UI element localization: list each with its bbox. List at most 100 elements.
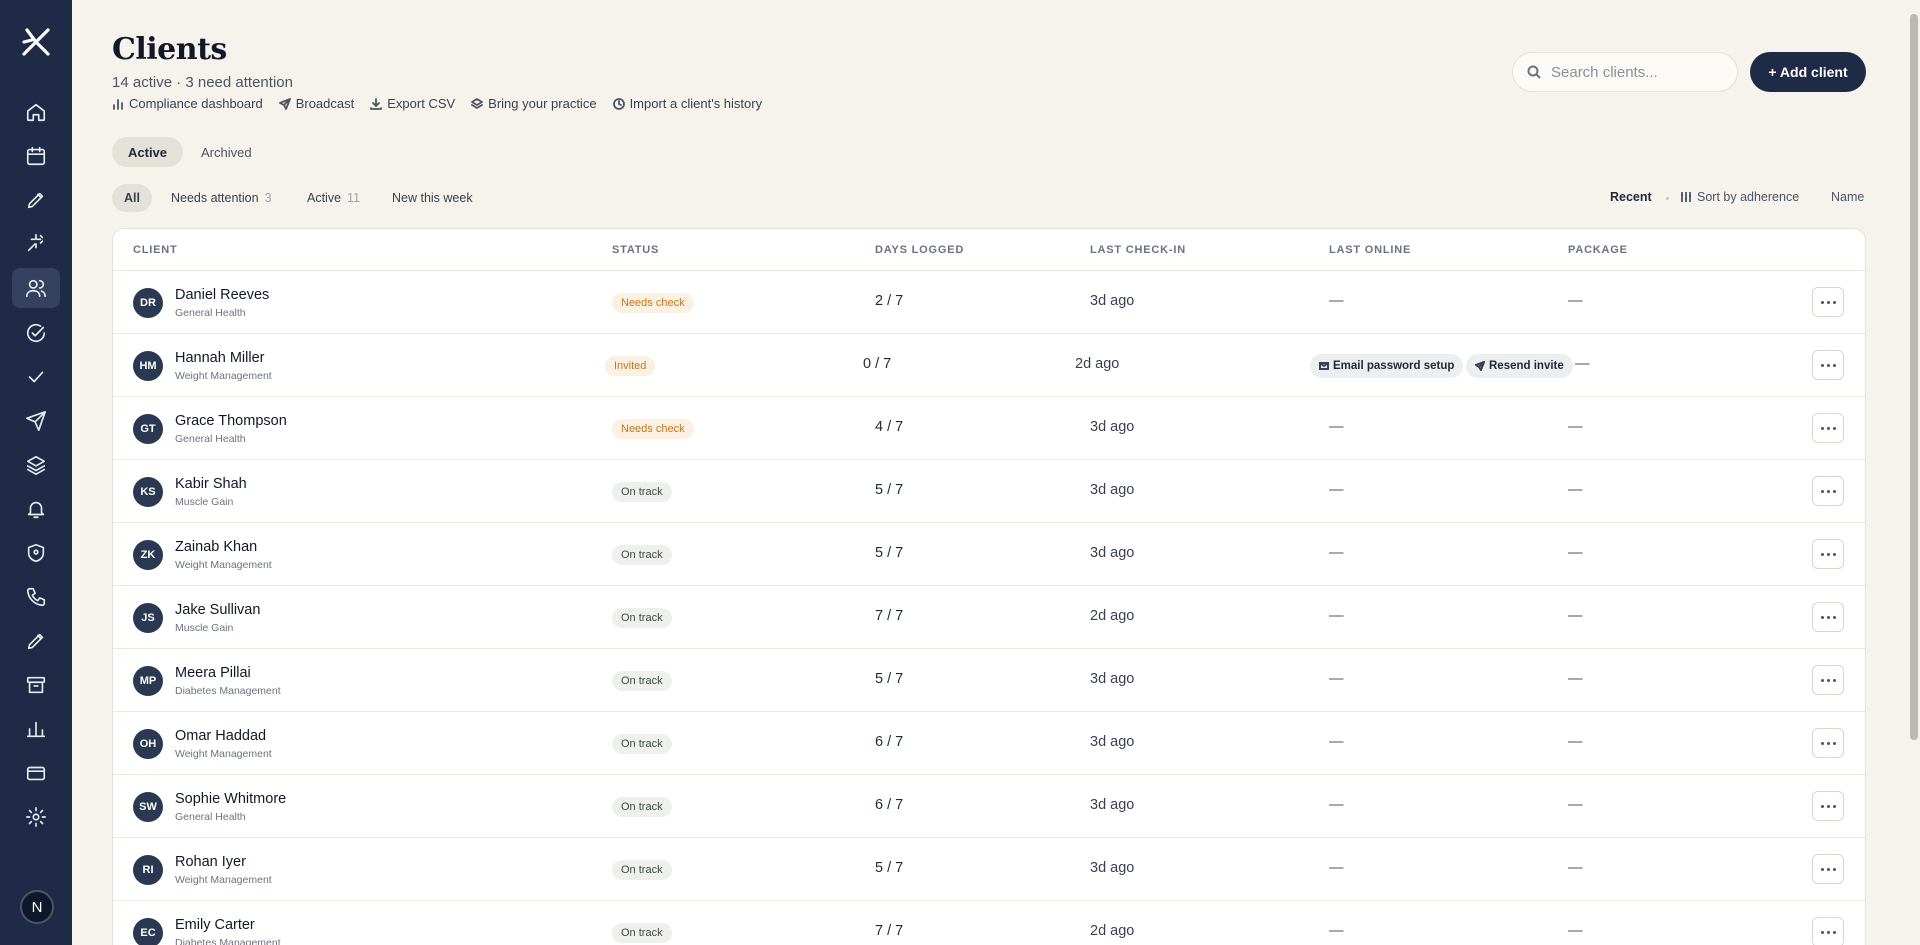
status-badge: On track [612, 860, 672, 880]
search-box[interactable] [1512, 52, 1738, 92]
layers-icon [471, 97, 484, 109]
compliance-dashboard-link[interactable]: Compliance dashboard [112, 96, 263, 111]
search-input[interactable] [1551, 63, 1731, 81]
client-name[interactable]: Kabir Shah [175, 476, 247, 492]
nav-bell[interactable] [12, 489, 60, 529]
more-actions-button[interactable] [1812, 917, 1844, 945]
sort-adherence[interactable]: Sort by adherence [1680, 190, 1799, 204]
col-last-online: LAST ONLINE [1329, 244, 1412, 256]
last-online: — [1329, 608, 1344, 624]
client-name[interactable]: Daniel Reeves [175, 287, 269, 303]
email-password-setup-button[interactable]: Email password setup [1310, 354, 1464, 378]
client-avatar: SW [133, 792, 163, 822]
calendar-icon [26, 146, 46, 166]
import-history-link[interactable]: Import a client's history [612, 96, 762, 111]
send-icon [26, 411, 46, 431]
filter-needs-attention[interactable]: Needs attention 3 [171, 184, 272, 212]
client-name[interactable]: Hannah Miller [175, 350, 264, 366]
days-logged: 5 / 7 [875, 860, 904, 876]
more-actions-button[interactable] [1812, 854, 1844, 884]
nav-sparkle[interactable] [12, 223, 60, 263]
export-csv-link[interactable]: Export CSV [370, 96, 455, 111]
bell-icon [27, 501, 45, 519]
resend-invite-button[interactable]: Resend invite [1466, 354, 1573, 378]
package: — [1568, 293, 1583, 309]
table-row[interactable]: JS Jake Sullivan Muscle Gain On track 7 … [113, 586, 1865, 649]
nav-send[interactable] [12, 401, 60, 441]
logo-icon[interactable] [18, 24, 54, 60]
client-program: General Health [175, 433, 246, 445]
days-logged: 7 / 7 [875, 923, 904, 939]
more-actions-button[interactable] [1812, 476, 1844, 506]
more-actions-button[interactable] [1812, 665, 1844, 695]
table-row[interactable]: OH Omar Haddad Weight Management On trac… [113, 712, 1865, 775]
more-actions-button[interactable] [1812, 791, 1844, 821]
status-badge: Invited [605, 356, 656, 376]
client-name[interactable]: Zainab Khan [175, 539, 257, 555]
sort-name[interactable]: Name [1831, 190, 1864, 204]
nav-home[interactable] [12, 92, 60, 132]
filter-new-this-week[interactable]: New this week [392, 184, 473, 212]
phone-icon [26, 587, 46, 607]
last-online: — [1329, 419, 1344, 435]
table-row[interactable]: MP Meera Pillai Diabetes Management On t… [113, 649, 1865, 712]
nav-clients[interactable] [12, 268, 60, 308]
filter-all[interactable]: All [112, 184, 152, 212]
user-avatar[interactable]: N [20, 890, 54, 924]
page-scrollbar[interactable] [1910, 14, 1918, 740]
package: — [1568, 608, 1583, 624]
more-actions-button[interactable] [1812, 602, 1844, 632]
nav-layers[interactable] [12, 445, 60, 485]
nav-billing[interactable] [12, 753, 60, 793]
more-actions-button[interactable] [1812, 287, 1844, 317]
add-client-button[interactable]: + Add client [1750, 52, 1866, 92]
nav-edit[interactable] [12, 621, 60, 661]
bar-chart-icon [26, 721, 46, 738]
table-row[interactable]: DR Daniel Reeves General Health Needs ch… [113, 271, 1865, 334]
nav-check[interactable] [12, 357, 60, 397]
client-name[interactable]: Omar Haddad [175, 728, 266, 744]
client-name[interactable]: Meera Pillai [175, 665, 251, 681]
broadcast-link[interactable]: Broadcast [278, 96, 354, 111]
nav-phone[interactable] [12, 577, 60, 617]
more-actions-button[interactable] [1812, 350, 1844, 380]
package: — [1568, 545, 1583, 561]
client-program: Diabetes Management [175, 685, 281, 697]
sort-recent[interactable]: Recent [1610, 190, 1652, 204]
more-actions-button[interactable] [1812, 728, 1844, 758]
nav-pen[interactable] [12, 180, 60, 220]
table-row[interactable]: GT Grace Thompson General Health Needs c… [113, 397, 1865, 460]
sidebar: N [0, 0, 72, 945]
client-name[interactable]: Jake Sullivan [175, 602, 260, 618]
table-row[interactable]: RI Rohan Iyer Weight Management On track… [113, 838, 1865, 901]
last-checkin: 3d ago [1090, 671, 1135, 687]
shield-icon [27, 543, 45, 563]
client-program: General Health [175, 307, 246, 319]
table-row[interactable]: HM Hannah Miller Weight Management Invit… [113, 334, 1865, 397]
table-row[interactable]: KS Kabir Shah Muscle Gain On track 5 / 7… [113, 460, 1865, 523]
nav-calendar[interactable] [12, 136, 60, 176]
tab-active[interactable]: Active [112, 137, 184, 167]
more-actions-button[interactable] [1812, 413, 1844, 443]
nav-archive[interactable] [12, 665, 60, 705]
tab-archived[interactable]: Archived [185, 137, 268, 167]
client-name[interactable]: Grace Thompson [175, 413, 287, 429]
bring-practice-link[interactable]: Bring your practice [471, 96, 597, 111]
filter-active[interactable]: Active 11 [307, 184, 360, 212]
client-name[interactable]: Emily Carter [175, 917, 255, 933]
page-title: Clients [112, 32, 227, 67]
client-program: General Health [175, 811, 246, 823]
table-row[interactable]: SW Sophie Whitmore General Health On tra… [113, 775, 1865, 838]
more-actions-button[interactable] [1812, 539, 1844, 569]
client-name[interactable]: Sophie Whitmore [175, 791, 286, 807]
nav-check-circle[interactable] [12, 313, 60, 353]
table-row[interactable]: EC Emily Carter Diabetes Management On t… [113, 901, 1865, 945]
last-checkin: 3d ago [1090, 482, 1135, 498]
table-row[interactable]: ZK Zainab Khan Weight Management On trac… [113, 523, 1865, 586]
nav-settings[interactable] [12, 797, 60, 837]
client-program: Muscle Gain [175, 496, 234, 508]
last-online: — [1329, 482, 1344, 498]
nav-shield[interactable] [12, 533, 60, 573]
nav-analytics[interactable] [12, 709, 60, 749]
client-name[interactable]: Rohan Iyer [175, 854, 246, 870]
